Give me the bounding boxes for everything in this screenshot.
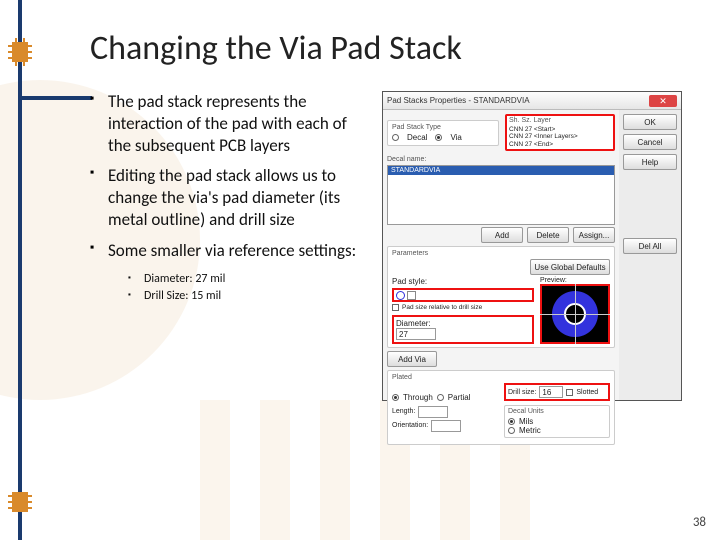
layer-item[interactable]: CNN 27 <Start> [509, 126, 611, 133]
orientation-input[interactable] [431, 420, 461, 432]
slide-title: Changing the Via Pad Stack [90, 28, 700, 69]
bullet-item: Editing the pad stack allows us to chang… [90, 165, 370, 231]
diameter-input[interactable]: 27 [396, 328, 436, 340]
decal-name-list[interactable]: STANDARDVIA [387, 165, 615, 225]
ok-button[interactable]: OK [623, 114, 677, 130]
cancel-button[interactable]: Cancel [623, 134, 677, 150]
decal-label: Decal [407, 133, 427, 142]
diameter-label: Diameter: [396, 319, 530, 328]
through-label: Through [403, 393, 433, 402]
decal-name-value[interactable]: STANDARDVIA [388, 166, 614, 175]
slotted-check[interactable] [566, 389, 573, 396]
through-radio[interactable] [392, 394, 399, 401]
decal-name-label: Decal name: [387, 156, 615, 163]
add-via-button[interactable]: Add Via [387, 351, 437, 367]
mils-radio[interactable] [508, 418, 515, 425]
length-label: Length: [392, 408, 415, 415]
sub-bullet: Diameter: 27 mil [128, 272, 370, 288]
bullet-item: The pad stack represents the interaction… [90, 91, 370, 157]
relative-check[interactable] [392, 304, 399, 311]
assign-button[interactable]: Assign... [573, 227, 615, 243]
shape-round-icon[interactable] [396, 291, 405, 300]
delete-all-button[interactable]: Del All [623, 238, 677, 254]
metric-radio[interactable] [508, 427, 515, 434]
accent-line [22, 96, 92, 100]
mils-label: Mils [519, 417, 533, 426]
padstyle-label: Pad style: [392, 277, 534, 286]
bullet-item: Some smaller via reference settings: Dia… [90, 240, 370, 305]
close-icon[interactable]: ✕ [649, 95, 677, 107]
layer-item[interactable]: CNN 27 <End> [509, 141, 611, 148]
via-label: Via [450, 133, 461, 142]
partial-label: Partial [448, 393, 471, 402]
orientation-label: Orientation: [392, 422, 428, 429]
delete-button[interactable]: Delete [527, 227, 569, 243]
length-input[interactable] [418, 406, 448, 418]
pad-preview [540, 284, 610, 344]
layer-item[interactable]: CNN 27 <Inner Layers> [509, 133, 611, 140]
preview-label: Preview: [540, 277, 610, 284]
left-rail [18, 0, 22, 540]
partial-radio[interactable] [437, 394, 444, 401]
shape-square-icon[interactable] [407, 291, 416, 300]
type-group-label: Pad Stack Type [392, 124, 494, 131]
add-button[interactable]: Add [481, 227, 523, 243]
bullet-list: The pad stack represents the interaction… [90, 91, 370, 313]
relative-label: Pad size relative to drill size [402, 304, 482, 311]
global-defaults-button[interactable]: Use Global Defaults [530, 259, 610, 275]
metric-label: Metric [519, 426, 541, 435]
drill-label: Drill size: [508, 389, 536, 396]
chip-icon [4, 30, 36, 74]
units-label: Decal Units [508, 408, 606, 415]
drill-input[interactable]: 16 [539, 386, 563, 398]
slotted-label: Slotted [576, 389, 598, 396]
padstack-dialog: Pad Stacks Properties - STANDARDVIA ✕ OK… [382, 91, 682, 401]
layers-group-label: Sh. Sz. Layer [509, 117, 611, 124]
dialog-titlebar: Pad Stacks Properties - STANDARDVIA ✕ [383, 92, 681, 110]
sub-bullet: Drill Size: 15 mil [128, 289, 370, 305]
decal-radio[interactable] [392, 134, 399, 141]
chip-icon [4, 480, 36, 524]
via-radio[interactable] [435, 134, 442, 141]
bullet-text: Some smaller via reference settings: [108, 240, 356, 261]
parameters-label: Parameters [392, 250, 610, 257]
help-button[interactable]: Help [623, 154, 677, 170]
dialog-title: Pad Stacks Properties - STANDARDVIA [387, 96, 530, 105]
page-number: 38 [693, 515, 706, 530]
plated-label: Plated [392, 374, 610, 381]
